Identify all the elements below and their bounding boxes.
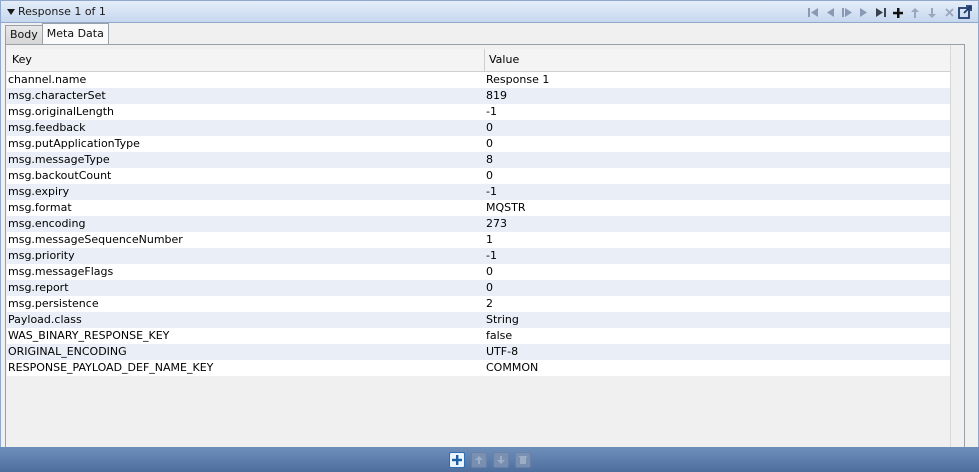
vertical-scrollbar[interactable] bbox=[950, 45, 964, 468]
key-cell[interactable]: msg.expiry bbox=[7, 184, 485, 200]
key-cell[interactable]: msg.priority bbox=[7, 248, 485, 264]
meta-data-table: Key Value channel.name Response 1 msg.char… bbox=[7, 49, 963, 376]
tab-body[interactable]: Body bbox=[5, 25, 43, 44]
table-row[interactable]: msg.encoding 273 bbox=[7, 216, 963, 232]
value-cell[interactable]: -1 bbox=[485, 104, 963, 120]
table-row[interactable]: ORIGINAL_ENCODING UTF-8 bbox=[7, 344, 963, 360]
table-row[interactable]: msg.format MQSTR bbox=[7, 200, 963, 216]
table-row[interactable]: msg.persistence 2 bbox=[7, 296, 963, 312]
value-cell[interactable]: Response 1 bbox=[485, 72, 963, 88]
key-cell[interactable]: Payload.class bbox=[7, 312, 485, 328]
first-icon[interactable] bbox=[806, 6, 820, 19]
move-row-up-icon[interactable] bbox=[470, 451, 487, 468]
column-header-key[interactable]: Key bbox=[7, 49, 485, 71]
value-cell[interactable]: 0 bbox=[485, 264, 963, 280]
next-icon[interactable] bbox=[857, 6, 871, 19]
key-cell[interactable]: msg.putApplicationType bbox=[7, 136, 485, 152]
key-cell[interactable]: msg.messageFlags bbox=[7, 264, 485, 280]
delete-row-icon[interactable] bbox=[514, 451, 531, 468]
value-cell[interactable]: 1 bbox=[485, 232, 963, 248]
table-row[interactable]: Payload.class String bbox=[7, 312, 963, 328]
table-row[interactable]: msg.messageFlags 0 bbox=[7, 264, 963, 280]
bottom-toolbar bbox=[0, 447, 979, 472]
key-cell[interactable]: msg.report bbox=[7, 280, 485, 296]
key-cell[interactable]: msg.messageType bbox=[7, 152, 485, 168]
value-cell[interactable]: 0 bbox=[485, 120, 963, 136]
table-row[interactable]: msg.messageType 8 bbox=[7, 152, 963, 168]
value-cell[interactable]: 8 bbox=[485, 152, 963, 168]
navigation-toolbar bbox=[806, 6, 956, 19]
table-header: Key Value bbox=[7, 49, 963, 72]
table-row[interactable]: WAS_BINARY_RESPONSE_KEY false bbox=[7, 328, 963, 344]
window-title: Response 1 of 1 bbox=[18, 5, 106, 18]
play-icon[interactable] bbox=[840, 6, 854, 19]
tab-strip: Body Meta Data bbox=[5, 23, 109, 44]
table-row[interactable]: RESPONSE_PAYLOAD_DEF_NAME_KEY COMMON bbox=[7, 360, 963, 376]
key-cell[interactable]: msg.originalLength bbox=[7, 104, 485, 120]
key-cell[interactable]: msg.characterSet bbox=[7, 88, 485, 104]
value-cell[interactable]: 273 bbox=[485, 216, 963, 232]
value-cell[interactable]: String bbox=[485, 312, 963, 328]
table-row[interactable]: msg.putApplicationType 0 bbox=[7, 136, 963, 152]
key-cell[interactable]: ORIGINAL_ENCODING bbox=[7, 344, 485, 360]
delete-icon[interactable] bbox=[942, 6, 956, 19]
table-row[interactable]: msg.characterSet 819 bbox=[7, 88, 963, 104]
value-cell[interactable]: -1 bbox=[485, 248, 963, 264]
value-cell[interactable]: COMMON bbox=[485, 360, 963, 376]
value-cell[interactable]: 0 bbox=[485, 280, 963, 296]
response-title-bar: Response 1 of 1 bbox=[0, 0, 979, 23]
table-row[interactable]: msg.messageSequenceNumber 1 bbox=[7, 232, 963, 248]
key-cell[interactable]: channel.name bbox=[7, 72, 485, 88]
key-cell[interactable]: msg.backoutCount bbox=[7, 168, 485, 184]
add-row-icon[interactable] bbox=[448, 451, 465, 468]
move-down-icon[interactable] bbox=[925, 6, 939, 19]
value-cell[interactable]: false bbox=[485, 328, 963, 344]
meta-data-content: Key Value channel.name Response 1 msg.char… bbox=[5, 44, 965, 469]
table-body: channel.name Response 1 msg.characterSet 81… bbox=[7, 72, 963, 376]
key-cell[interactable]: msg.feedback bbox=[7, 120, 485, 136]
value-cell[interactable]: 0 bbox=[485, 168, 963, 184]
key-cell[interactable]: msg.persistence bbox=[7, 296, 485, 312]
key-cell[interactable]: RESPONSE_PAYLOAD_DEF_NAME_KEY bbox=[7, 360, 485, 376]
key-cell[interactable]: WAS_BINARY_RESPONSE_KEY bbox=[7, 328, 485, 344]
value-cell[interactable]: MQSTR bbox=[485, 200, 963, 216]
table-row[interactable]: msg.report 0 bbox=[7, 280, 963, 296]
value-cell[interactable]: 0 bbox=[485, 136, 963, 152]
table-row[interactable]: msg.priority -1 bbox=[7, 248, 963, 264]
last-icon[interactable] bbox=[874, 6, 888, 19]
table-row[interactable]: msg.expiry -1 bbox=[7, 184, 963, 200]
move-row-down-icon[interactable] bbox=[492, 451, 509, 468]
collapse-caret-icon[interactable] bbox=[6, 7, 16, 17]
table-row[interactable]: channel.name Response 1 bbox=[7, 72, 963, 88]
add-icon[interactable] bbox=[891, 6, 905, 19]
move-up-icon[interactable] bbox=[908, 6, 922, 19]
value-cell[interactable]: 2 bbox=[485, 296, 963, 312]
table-row[interactable]: msg.backoutCount 0 bbox=[7, 168, 963, 184]
key-cell[interactable]: msg.format bbox=[7, 200, 485, 216]
value-cell[interactable]: UTF-8 bbox=[485, 344, 963, 360]
key-cell[interactable]: msg.encoding bbox=[7, 216, 485, 232]
previous-icon[interactable] bbox=[823, 6, 837, 19]
key-cell[interactable]: msg.messageSequenceNumber bbox=[7, 232, 485, 248]
response-panel: Body Meta Data Key Value channel.name Res… bbox=[0, 23, 979, 472]
table-row[interactable]: msg.feedback 0 bbox=[7, 120, 963, 136]
value-cell[interactable]: -1 bbox=[485, 184, 963, 200]
column-header-value[interactable]: Value bbox=[485, 49, 963, 71]
tab-meta-data[interactable]: Meta Data bbox=[41, 23, 109, 44]
value-cell[interactable]: 819 bbox=[485, 88, 963, 104]
table-row[interactable]: msg.originalLength -1 bbox=[7, 104, 963, 120]
popout-icon[interactable] bbox=[958, 5, 972, 19]
